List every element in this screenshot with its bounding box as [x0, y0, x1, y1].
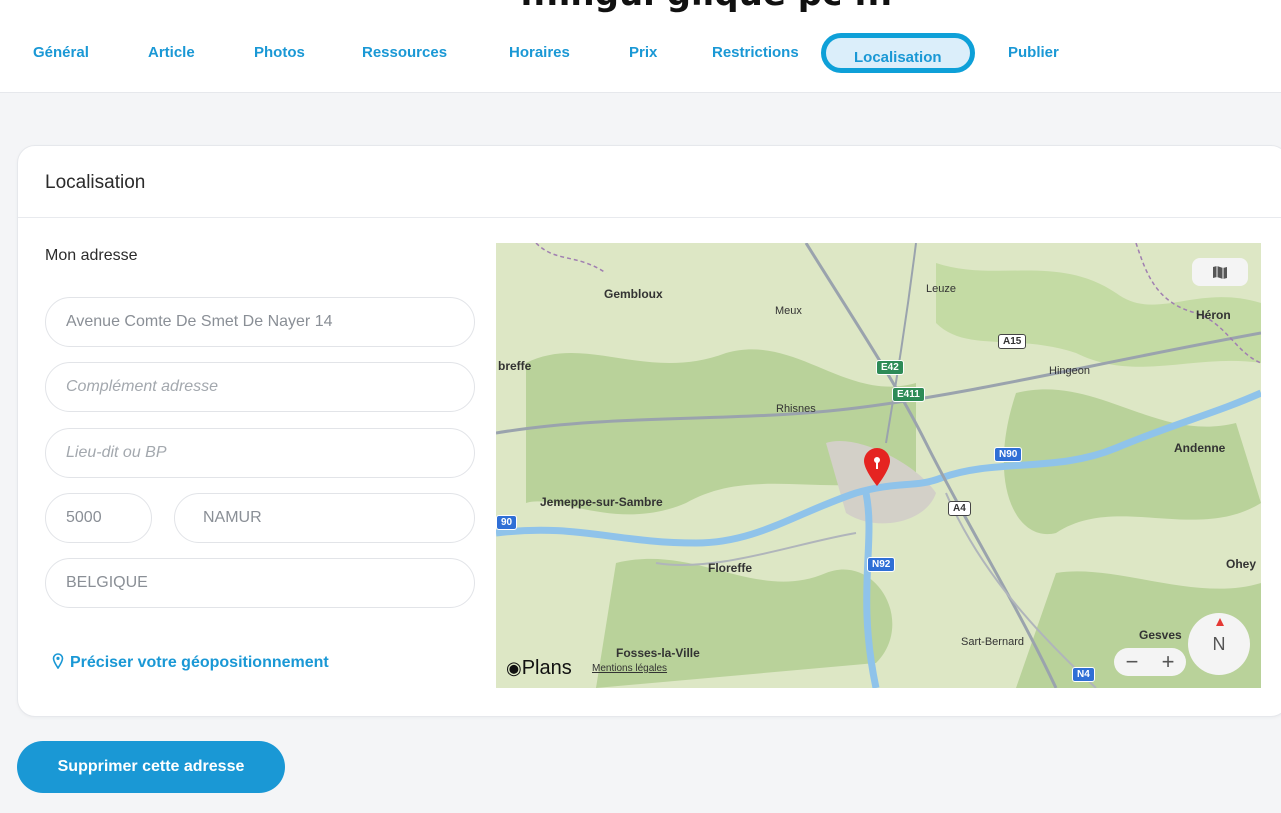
tab-ressources[interactable]: Ressources	[362, 44, 447, 61]
card-divider	[18, 217, 1281, 218]
apple-logo-icon: ◉	[506, 658, 522, 678]
map-icon	[1213, 266, 1227, 279]
country-input[interactable]	[45, 558, 475, 608]
map-brand: ◉Plans	[506, 657, 572, 679]
map-zoom-control: − +	[1114, 648, 1186, 676]
map-view[interactable]: Gembloux Meux Leuze Héron Hingeon Rhisne…	[496, 243, 1261, 688]
road-shield-n90: N90	[994, 447, 1023, 462]
geoposition-label: Préciser votre géopositionnement	[70, 654, 329, 671]
location-pin-icon	[864, 448, 890, 486]
road-shield-e411: E411	[892, 387, 925, 402]
map-label-meux: Meux	[775, 305, 802, 317]
tab-bar: Général Article Photos Ressources Horair…	[0, 0, 1281, 92]
map-label-gembloux: Gembloux	[604, 287, 663, 301]
zoom-out-button[interactable]: −	[1126, 649, 1139, 675]
street-input[interactable]	[45, 297, 475, 347]
tab-restrictions[interactable]: Restrictions	[712, 44, 799, 61]
delete-address-button[interactable]: Supprimer cette adresse	[17, 741, 285, 793]
tab-general[interactable]: Général	[33, 44, 89, 61]
complement-input[interactable]	[45, 362, 475, 412]
postcode-input[interactable]	[45, 493, 152, 543]
tab-localisation[interactable]: Localisation	[821, 33, 975, 73]
geoposition-link[interactable]: Préciser votre géopositionnement	[52, 653, 329, 672]
map-label-leuze: Leuze	[926, 283, 956, 295]
road-shield-n92: N92	[867, 557, 896, 572]
map-label-hingeon: Hingeon	[1049, 365, 1090, 377]
road-shield-a15: A15	[998, 334, 1027, 349]
tab-article[interactable]: Article	[148, 44, 195, 61]
road-shield-n4: N4	[1072, 667, 1095, 682]
map-label-rhisnes: Rhisnes	[776, 403, 816, 415]
map-label-ohey: Ohey	[1226, 557, 1257, 571]
lieu-dit-input[interactable]	[45, 428, 475, 478]
top-bar: ...ingui glique pc ... Général Article P…	[0, 0, 1281, 93]
map-label-floreffe: Floreffe	[708, 561, 753, 575]
map-label-breffe: breffe	[498, 359, 532, 373]
map-label-gesves: Gesves	[1139, 628, 1182, 642]
map-compass[interactable]: N	[1188, 613, 1250, 675]
map-label-sart-bernard: Sart-Bernard	[961, 636, 1024, 648]
tab-publier[interactable]: Publier	[1008, 44, 1059, 61]
city-input[interactable]	[174, 493, 475, 543]
map-legal-link[interactable]: Mentions légales	[592, 663, 667, 674]
tab-prix[interactable]: Prix	[629, 44, 657, 61]
road-shield-e42: E42	[876, 360, 904, 375]
zoom-in-button[interactable]: +	[1162, 649, 1175, 675]
map-label-jemeppe: Jemeppe-sur-Sambre	[540, 495, 663, 509]
map-mode-button[interactable]	[1192, 258, 1248, 286]
map-label-fosses: Fosses-la-Ville	[616, 646, 700, 660]
localisation-card: Localisation Mon adresse Préciser votre …	[17, 145, 1281, 717]
tab-horaires[interactable]: Horaires	[509, 44, 570, 61]
map-label-andenne: Andenne	[1174, 441, 1226, 455]
map-label-heron: Héron	[1196, 308, 1231, 322]
location-pin-icon	[52, 653, 64, 670]
compass-north-label: N	[1212, 633, 1226, 654]
card-title: Localisation	[45, 172, 146, 193]
tab-photos[interactable]: Photos	[254, 44, 305, 61]
address-section-label: Mon adresse	[45, 247, 138, 264]
road-shield-a4: A4	[948, 501, 971, 516]
road-shield-90: 90	[496, 515, 518, 530]
